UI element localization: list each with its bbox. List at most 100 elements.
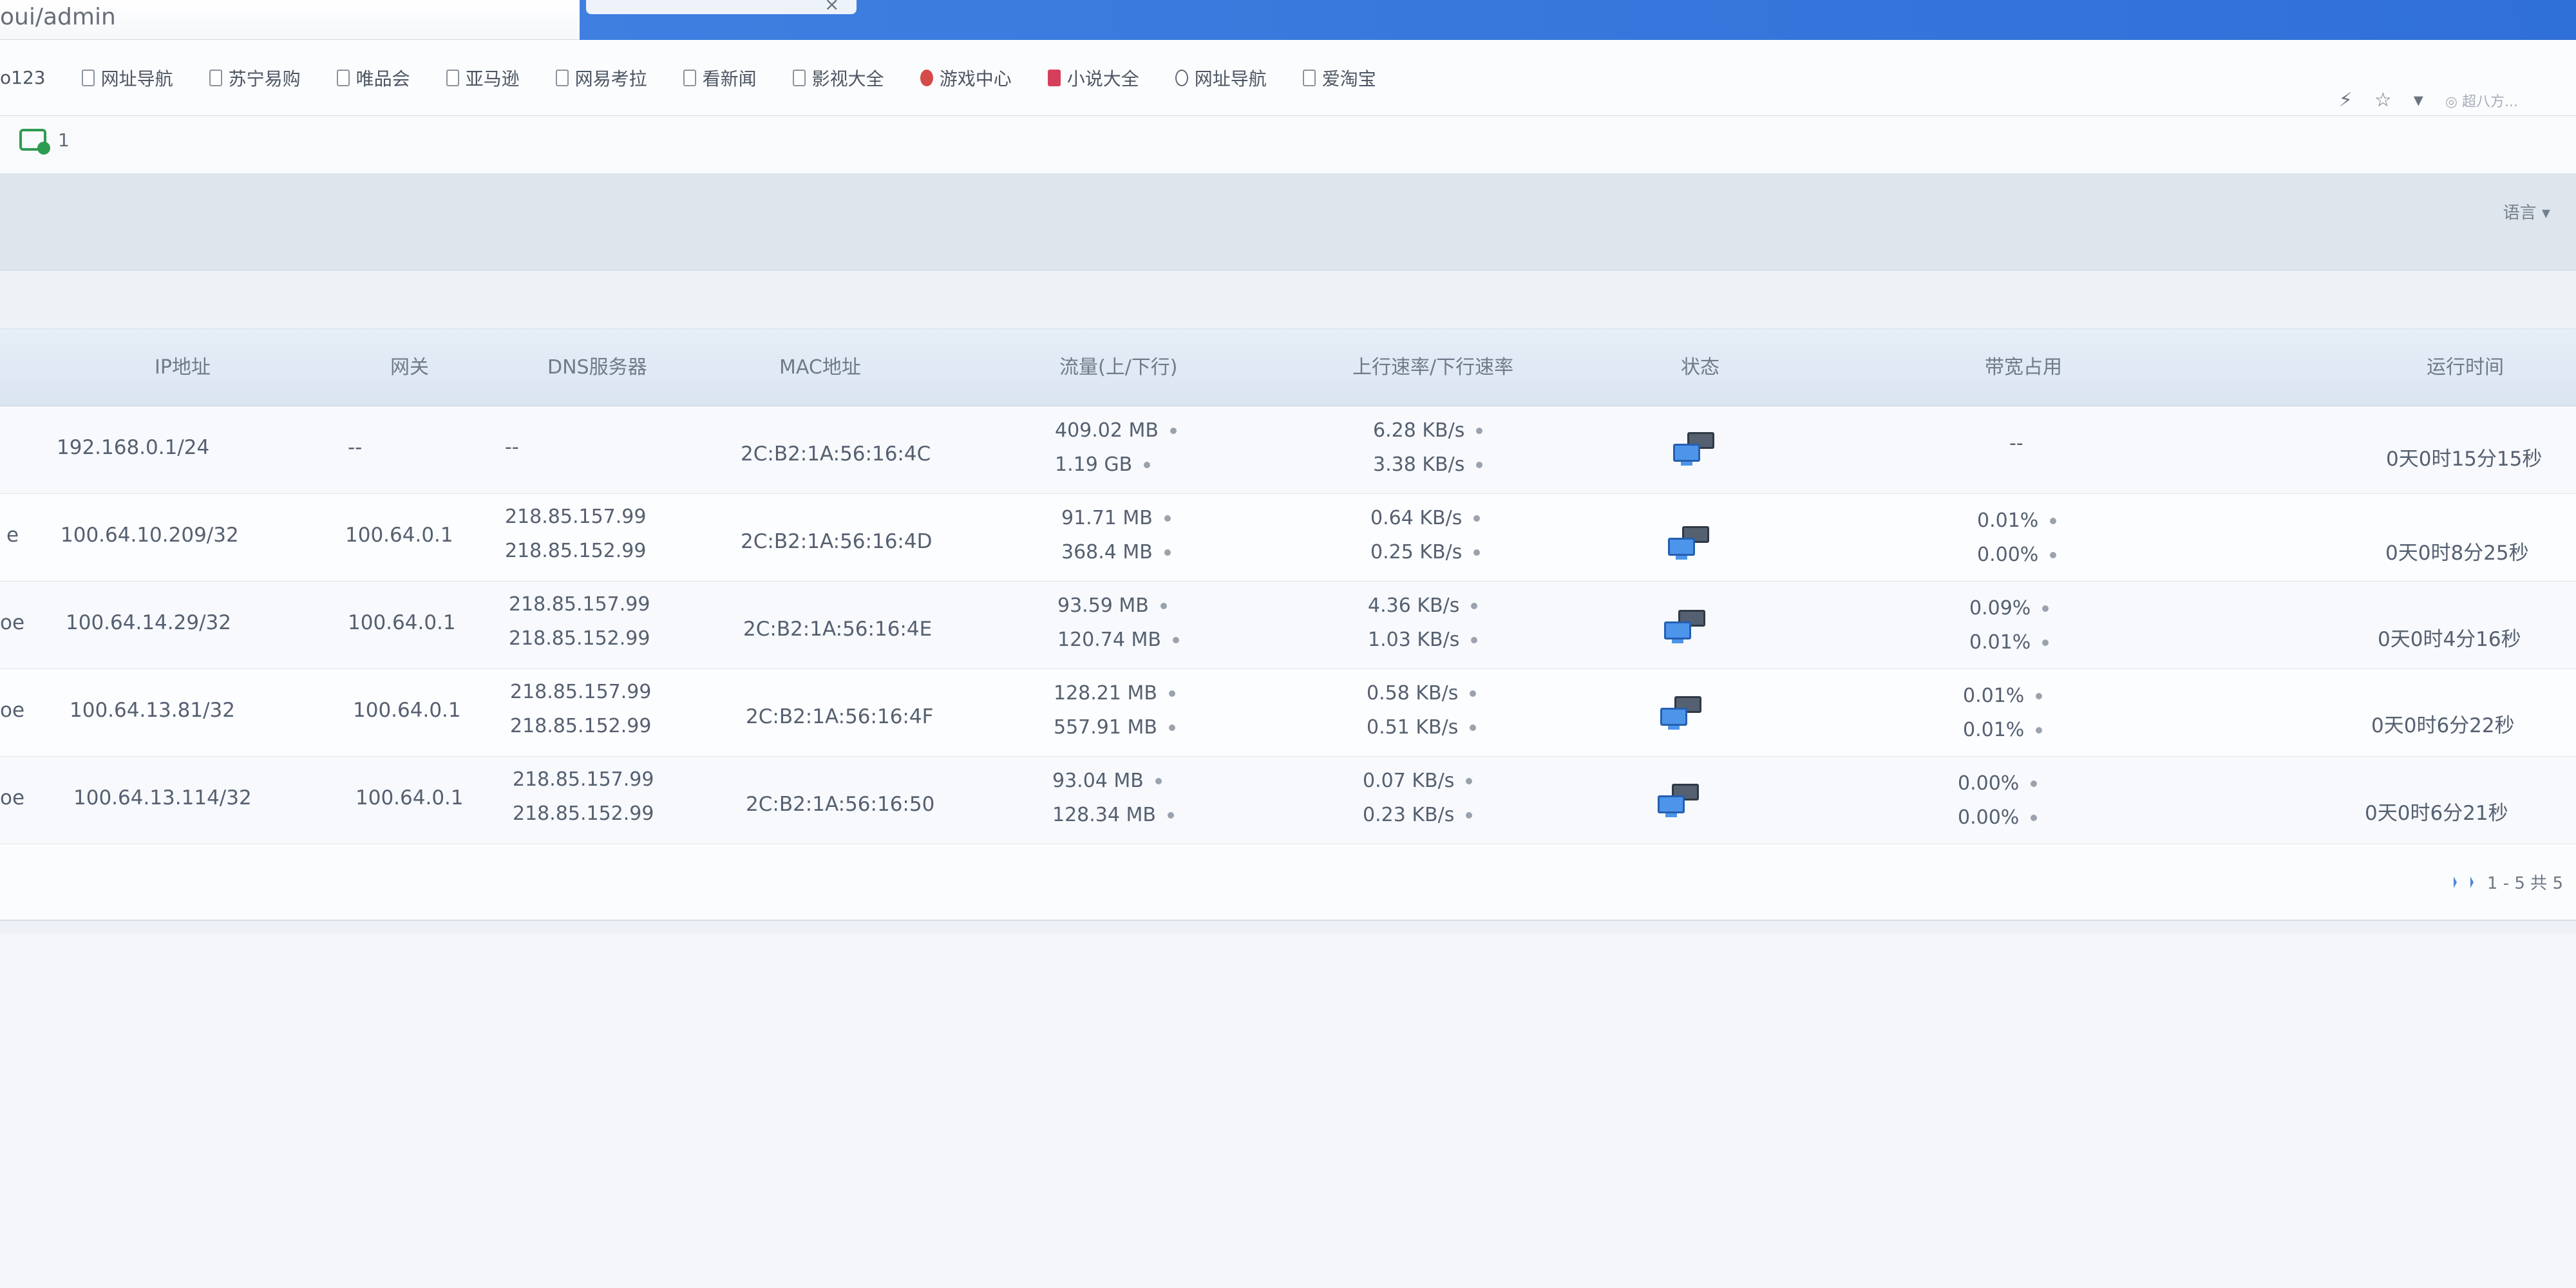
upload-arrow-icon: [1160, 602, 1167, 609]
bookmark-7[interactable]: 影视大全: [792, 65, 884, 91]
upload-arrow-icon: [1155, 777, 1162, 784]
traffic: 93.04 MB 128.34 MB: [1052, 770, 1174, 826]
bookmark-1[interactable]: 网址导航: [81, 65, 173, 91]
bookmark-11[interactable]: 爱淘宝: [1302, 65, 1376, 91]
dns-primary: 218.85.157.99: [505, 506, 647, 528]
table-row[interactable]: oe 100.64.13.81/32 100.64.0.1 218.85.157…: [0, 669, 2576, 757]
close-tab-icon[interactable]: ×: [824, 0, 839, 15]
user-badge[interactable]: ◎ 超八方...: [2445, 90, 2518, 111]
gateway: 100.64.0.1: [355, 786, 464, 810]
traffic-up: 93.59 MB: [1057, 594, 1179, 617]
traffic-up: 409.02 MB: [1055, 419, 1177, 442]
chevron-down-icon[interactable]: ▾: [2414, 89, 2423, 111]
page-icon: [555, 69, 569, 86]
download-arrow-icon: [1476, 461, 1483, 468]
globe-icon: [1175, 69, 1188, 86]
header-traffic: 流量(上/下行): [1059, 356, 1178, 379]
table-row[interactable]: 192.168.0.1/24 -- -- 2C:B2:1A:56:16:4C 4…: [0, 406, 2576, 494]
download-arrow-icon: [1471, 636, 1478, 643]
download-arrow-icon: [1470, 724, 1477, 731]
table-pager: 1 - 5 共 5: [2453, 870, 2563, 894]
download-arrow-icon: [2036, 726, 2043, 734]
bookmark-0[interactable]: o123: [0, 67, 46, 88]
bookmark-6[interactable]: 看新闻: [683, 65, 757, 91]
computer-base-icon: [1676, 556, 1687, 560]
uptime: 0天0时6分22秒: [2371, 714, 2515, 737]
bookmark-label: 网址导航: [1194, 68, 1267, 90]
dns-primary: 218.85.157.99: [509, 593, 650, 616]
rate-up: 0.07 KB/s: [1363, 770, 1473, 792]
table-row[interactable]: oe 100.64.13.114/32 100.64.0.1 218.85.15…: [0, 757, 2576, 844]
star-icon[interactable]: ☆: [2374, 89, 2392, 111]
traffic-down: 1.19 GB: [1055, 453, 1177, 476]
header-status: 状态: [1681, 356, 1719, 379]
first-page-icon[interactable]: [2453, 876, 2463, 888]
gateway: 100.64.0.1: [348, 611, 456, 634]
network-indicator[interactable]: 1: [19, 129, 70, 155]
computer-status-icon: [1668, 526, 1713, 560]
table-row[interactable]: oe 100.64.14.29/32 100.64.0.1 218.85.157…: [0, 582, 2576, 669]
upload-arrow-icon: [1164, 515, 1171, 522]
bandwidth-primary: 0.09%: [1969, 597, 2049, 620]
bookmark-5[interactable]: 网易考拉: [555, 65, 647, 91]
rate-up: 6.28 KB/s: [1373, 419, 1483, 442]
row-prefix: e: [6, 524, 19, 547]
bookmark-2[interactable]: 苏宁易购: [209, 65, 301, 91]
browser-tools: ⚡ ☆ ▾ ◎ 超八方...: [2339, 89, 2518, 111]
download-arrow-icon: [2042, 639, 2049, 646]
bookmark-label: 唯品会: [355, 68, 410, 90]
uptime: 0天0时4分16秒: [2378, 628, 2521, 651]
previous-page-icon[interactable]: [2470, 876, 2479, 888]
computer-front-icon: [1668, 538, 1695, 556]
upload-arrow-icon: [2042, 605, 2049, 612]
app-top: 1: [0, 116, 2576, 174]
upload-arrow-icon: [2031, 780, 2038, 787]
bandwidth-usage: --: [2009, 432, 2023, 466]
bookmark-label: o123: [0, 67, 46, 88]
bookmark-label: 亚马逊: [465, 68, 520, 90]
computer-front-icon: [1660, 708, 1687, 726]
bookmark-label: 爱淘宝: [1321, 68, 1376, 90]
page-icon: [336, 69, 350, 86]
bookmark-8[interactable]: 游戏中心: [920, 65, 1012, 91]
traffic-up: 91.71 MB: [1061, 507, 1171, 529]
tab-strip: [580, 0, 2576, 40]
bookmark-9[interactable]: 小说大全: [1047, 65, 1139, 91]
rate-up: 0.64 KB/s: [1370, 507, 1481, 529]
language-select[interactable]: 语言 ▾: [2503, 200, 2550, 223]
ip-address: 100.64.13.114/32: [73, 786, 252, 810]
rate: 0.58 KB/s 0.51 KB/s: [1367, 682, 1477, 739]
upload-arrow-icon: [2036, 692, 2043, 699]
rate: 0.64 KB/s 0.25 KB/s: [1370, 507, 1481, 564]
traffic: 93.59 MB 120.74 MB: [1057, 594, 1179, 651]
computer-front-icon: [1664, 621, 1691, 639]
active-tab[interactable]: [586, 0, 857, 14]
bookmark-4[interactable]: 亚马逊: [446, 65, 520, 91]
header-bandwidth: 带宽占用: [1985, 356, 2062, 379]
computer-base-icon: [1681, 462, 1692, 466]
address-bar[interactable]: oui/admin: [0, 4, 116, 30]
ip-address: 100.64.10.209/32: [61, 524, 239, 547]
bookmark-10[interactable]: 网址导航: [1175, 65, 1267, 91]
download-arrow-icon: [1164, 549, 1171, 556]
dns-secondary: 218.85.152.99: [513, 802, 654, 825]
bookmark-3[interactable]: 唯品会: [336, 65, 410, 91]
download-arrow-icon: [1172, 636, 1179, 643]
bookmark-label: 网易考拉: [574, 68, 647, 90]
page-icon: [446, 69, 459, 86]
bandwidth-primary: --: [2009, 432, 2023, 455]
dns-primary: 218.85.157.99: [510, 681, 652, 703]
dns-servers: 218.85.157.99 218.85.152.99: [513, 768, 654, 825]
rate-down: 1.03 KB/s: [1368, 629, 1478, 651]
lightning-icon[interactable]: ⚡: [2339, 89, 2353, 111]
page-icon: [81, 69, 95, 86]
table-row[interactable]: e 100.64.10.209/32 100.64.0.1 218.85.157…: [0, 494, 2576, 582]
dns-servers: 218.85.157.99 218.85.152.99: [505, 506, 646, 562]
header-gateway: 网关: [390, 356, 429, 379]
computer-status-icon: [1660, 696, 1705, 730]
mac-address: 2C:B2:1A:56:16:50: [746, 793, 935, 816]
bandwidth-secondary: 0.01%: [1969, 631, 2049, 654]
upload-arrow-icon: [1476, 427, 1483, 434]
header-ip: IP地址: [155, 356, 211, 379]
row-prefix: oe: [0, 699, 25, 722]
